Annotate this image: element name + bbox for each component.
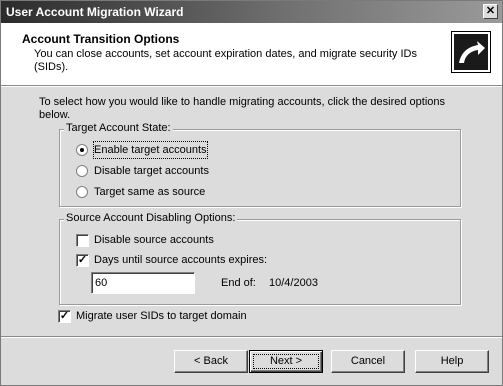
close-button[interactable]: ✕ bbox=[483, 4, 498, 19]
radio-button-selected[interactable] bbox=[76, 144, 88, 156]
intro-text: To select how you would like to handle m… bbox=[39, 96, 446, 121]
checkbox-unchecked[interactable] bbox=[76, 234, 89, 247]
footer-separator bbox=[1, 336, 502, 337]
group-title-target-state: Target Account State: bbox=[64, 122, 173, 134]
radio-label-enable: Enable target accounts bbox=[93, 141, 208, 159]
checkbox-label-disable-source: Disable source accounts bbox=[94, 234, 214, 246]
page-subtitle: You can close accounts, set account expi… bbox=[34, 48, 417, 73]
end-of-label: End of: bbox=[221, 277, 256, 289]
cancel-button[interactable]: Cancel bbox=[331, 350, 405, 373]
checkbox-label-days: Days until source accounts expires: bbox=[94, 254, 268, 266]
checkbox-label-migrate-sids: Migrate user SIDs to target domain bbox=[76, 310, 247, 322]
cancel-button-label: Cancel bbox=[350, 355, 386, 367]
wizard-window: User Account Migration Wizard ✕ Account … bbox=[0, 0, 503, 386]
end-of-date: 10/4/2003 bbox=[269, 277, 318, 289]
next-button[interactable]: Next > bbox=[249, 350, 323, 373]
checkbox-checked[interactable]: ✓ bbox=[76, 254, 89, 267]
next-button-label: Next > bbox=[269, 355, 303, 367]
radio-label-disable: Disable target accounts bbox=[94, 165, 209, 177]
title-bar[interactable]: User Account Migration Wizard ✕ bbox=[1, 1, 502, 23]
page-title: Account Transition Options bbox=[22, 32, 180, 46]
window-title: User Account Migration Wizard bbox=[6, 5, 184, 19]
header-separator bbox=[1, 86, 502, 87]
close-icon: ✕ bbox=[485, 5, 496, 17]
help-button-label: Help bbox=[440, 355, 464, 367]
back-button-label: < Back bbox=[194, 355, 228, 367]
radio-label-same: Target same as source bbox=[94, 186, 206, 198]
radio-dot bbox=[80, 148, 84, 152]
checkbox-checked[interactable]: ✓ bbox=[58, 310, 71, 323]
days-input[interactable] bbox=[91, 272, 195, 294]
group-title-source-disabling: Source Account Disabling Options: bbox=[64, 212, 238, 224]
radio-button[interactable] bbox=[76, 186, 88, 198]
radio-button[interactable] bbox=[76, 165, 88, 177]
wizard-header: Account Transition Options You can close… bbox=[1, 23, 502, 86]
help-button[interactable]: Help bbox=[415, 350, 489, 373]
wizard-arrow-icon bbox=[451, 31, 491, 73]
back-button[interactable]: < Back bbox=[174, 350, 248, 373]
